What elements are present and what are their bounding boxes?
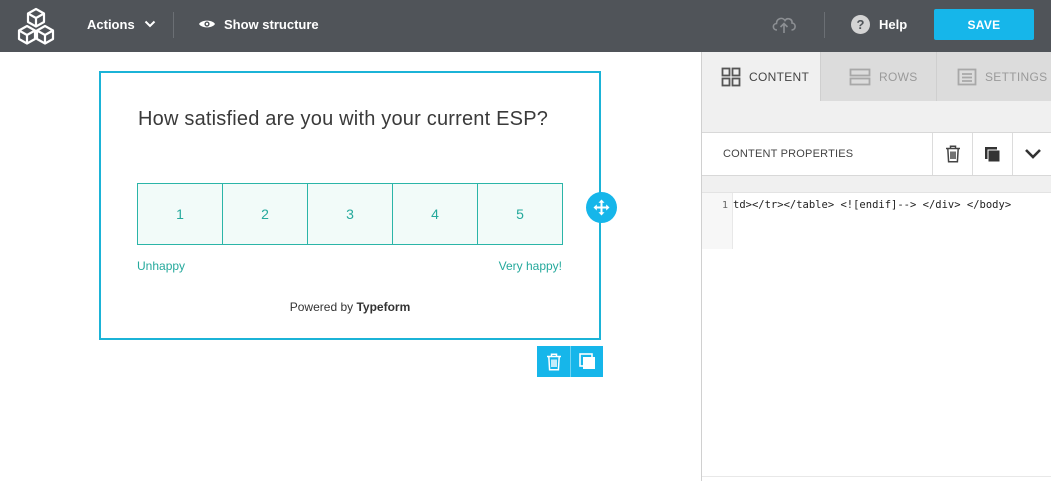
content-properties-title: CONTENT PROPERTIES [723, 148, 854, 160]
block-toolbar [537, 346, 603, 377]
tab-rows[interactable]: ROWS [820, 52, 936, 101]
grid-icon [721, 67, 741, 86]
tab-settings[interactable]: SETTINGS [936, 52, 1051, 101]
powered-by-brand: Typeform [356, 300, 411, 314]
editor-canvas: How satisfied are you with your current … [0, 52, 701, 481]
typeform-block[interactable]: How satisfied are you with your current … [99, 71, 601, 340]
cloud-upload-icon[interactable] [770, 13, 798, 35]
survey-question: How satisfied are you with your current … [138, 108, 549, 130]
collapse-properties-button[interactable] [1012, 133, 1051, 175]
duplicate-icon [578, 353, 595, 369]
tab-content-label: CONTENT [749, 69, 810, 84]
actions-label: Actions [87, 16, 135, 32]
rating-scale: 1 2 3 4 5 [137, 183, 563, 245]
powered-by-text: Powered by Typeform [101, 300, 599, 314]
show-structure-button[interactable]: Show structure [198, 0, 319, 48]
trash-icon [945, 145, 960, 163]
rating-option-3[interactable]: 3 [308, 184, 393, 244]
settings-list-icon [957, 68, 977, 85]
move-icon [593, 199, 610, 216]
help-label: Help [879, 16, 908, 32]
delete-content-button[interactable] [932, 133, 972, 175]
tab-rows-label: ROWS [879, 69, 918, 84]
toolbar-divider [173, 12, 174, 38]
code-line[interactable]: td></tr></table> <![endif]--> </div> </b… [733, 193, 1051, 249]
help-icon: ? [851, 14, 870, 34]
scale-label-low: Unhappy [137, 259, 186, 273]
delete-block-button[interactable] [537, 346, 570, 377]
duplicate-content-button[interactable] [972, 133, 1012, 175]
editor-scrollbar[interactable] [702, 476, 1051, 482]
toolbar-divider [824, 12, 825, 38]
rating-option-1[interactable]: 1 [138, 184, 223, 244]
tab-settings-label: SETTINGS [985, 69, 1048, 84]
content-properties-header: CONTENT PROPERTIES [702, 132, 1051, 176]
html-code-editor[interactable]: 1 td></tr></table> <![endif]--> </div> <… [702, 192, 1051, 482]
top-toolbar: Actions Show structure ? Help SAVE [0, 0, 1051, 52]
scale-label-high: Very happy! [498, 259, 562, 273]
chevron-down-icon [1024, 149, 1041, 159]
chevron-down-icon [144, 20, 155, 28]
rating-option-5[interactable]: 5 [478, 184, 562, 244]
move-handle[interactable] [586, 192, 617, 223]
rating-option-4[interactable]: 4 [393, 184, 478, 244]
show-structure-label: Show structure [224, 16, 319, 32]
rating-option-2[interactable]: 2 [223, 184, 308, 244]
eye-icon [199, 20, 215, 28]
actions-menu-button[interactable]: Actions [87, 0, 156, 48]
powered-by-prefix: Powered by [289, 300, 357, 314]
rows-icon [849, 68, 871, 85]
tab-content[interactable]: CONTENT [702, 52, 820, 101]
duplicate-block-button[interactable] [570, 346, 603, 377]
properties-panel: CONTENT ROWS SETTINGS CONTENT PROPERTIES [701, 52, 1051, 482]
line-number: 1 [702, 193, 733, 249]
help-button[interactable]: ? Help [851, 0, 907, 48]
logo-cubes-icon[interactable] [16, 7, 56, 45]
trash-icon [546, 352, 561, 371]
panel-tabs: CONTENT ROWS SETTINGS [702, 52, 1051, 101]
save-button[interactable]: SAVE [934, 9, 1034, 40]
duplicate-icon [985, 146, 1001, 162]
